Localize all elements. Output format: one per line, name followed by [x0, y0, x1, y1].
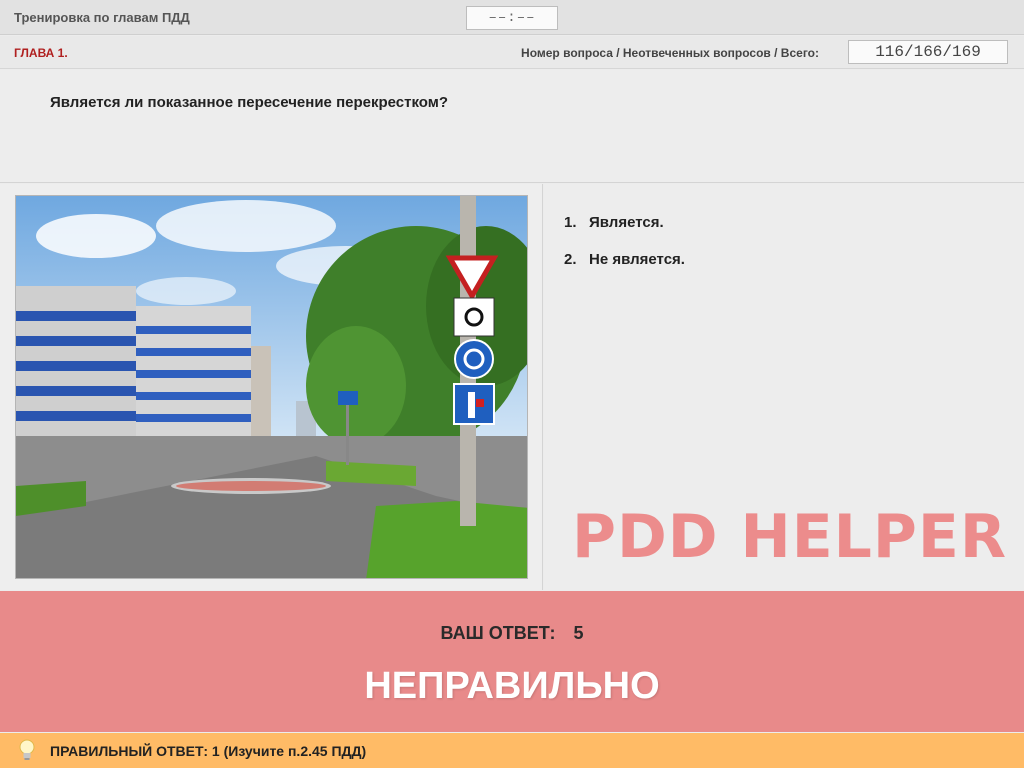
your-answer: ВАШ ОТВЕТ: 5 [0, 623, 1024, 644]
answer-list: 1. Является. 2. Не является. [564, 214, 685, 288]
correct-answer-bar: ПРАВИЛЬНЫЙ ОТВЕТ: 1 (Изучите п.2.45 ПДД) [0, 733, 1024, 768]
answer-text: Является. [589, 214, 664, 231]
correct-answer-text: ПРАВИЛЬНЫЙ ОТВЕТ: 1 (Изучите п.2.45 ПДД) [50, 743, 367, 759]
app-window: Тренировка по главам ПДД ––:–– ГЛАВА 1. … [0, 0, 1024, 768]
your-answer-label: ВАШ ОТВЕТ: [440, 623, 556, 643]
app-title: Тренировка по главам ПДД [14, 10, 190, 25]
top-bar: Тренировка по главам ПДД ––:–– [0, 0, 1024, 35]
timer-display: ––:–– [466, 6, 558, 30]
question-counter: 116/166/169 [848, 40, 1008, 64]
answer-text: Не является. [589, 251, 685, 268]
answer-option-1[interactable]: 1. Является. [564, 214, 685, 231]
lightbulb-icon [19, 739, 35, 760]
question-text: Является ли показанное пересечение перек… [50, 94, 449, 111]
verdict-text: НЕПРАВИЛЬНО [364, 665, 660, 707]
question-panel: Является ли показанное пересечение перек… [0, 70, 1024, 183]
answers-panel: 1. Является. 2. Не является. PDD HELPER [544, 184, 1024, 590]
media-panel [0, 184, 543, 590]
answer-option-2[interactable]: 2. Не является. [564, 251, 685, 268]
answer-number: 1. [564, 214, 577, 231]
answer-number: 2. [564, 251, 577, 268]
your-answer-value: 5 [573, 623, 584, 643]
question-photo [15, 195, 528, 579]
chapter-bar: ГЛАВА 1. Номер вопроса / Неотвеченных во… [0, 36, 1024, 69]
question-counter-label: Номер вопроса / Неотвеченных вопросов / … [521, 46, 819, 60]
watermark-logo: PDD HELPER [572, 502, 1008, 572]
result-panel: ВАШ ОТВЕТ: 5 НЕПРАВИЛЬНО [0, 591, 1024, 732]
chapter-title: ГЛАВА 1. [14, 46, 68, 60]
